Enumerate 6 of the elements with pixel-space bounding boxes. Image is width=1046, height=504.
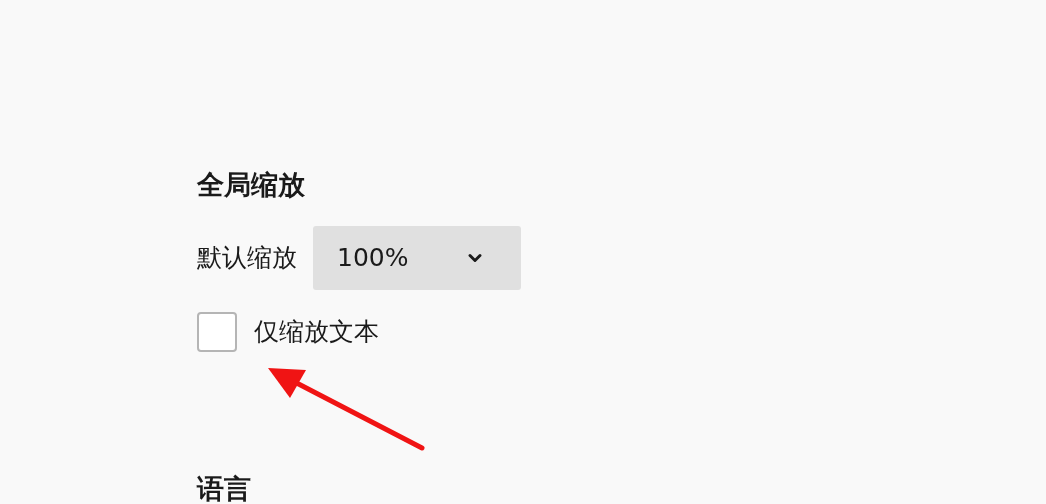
zoom-label: 默认缩放 — [197, 242, 297, 274]
checkbox[interactable] — [197, 312, 237, 352]
zoom-dropdown[interactable]: 100% — [313, 226, 521, 290]
checkbox-label: 仅缩放文本 — [254, 316, 379, 348]
section-heading: 语言 — [197, 472, 251, 504]
section-heading: 全局缩放 — [197, 168, 305, 202]
